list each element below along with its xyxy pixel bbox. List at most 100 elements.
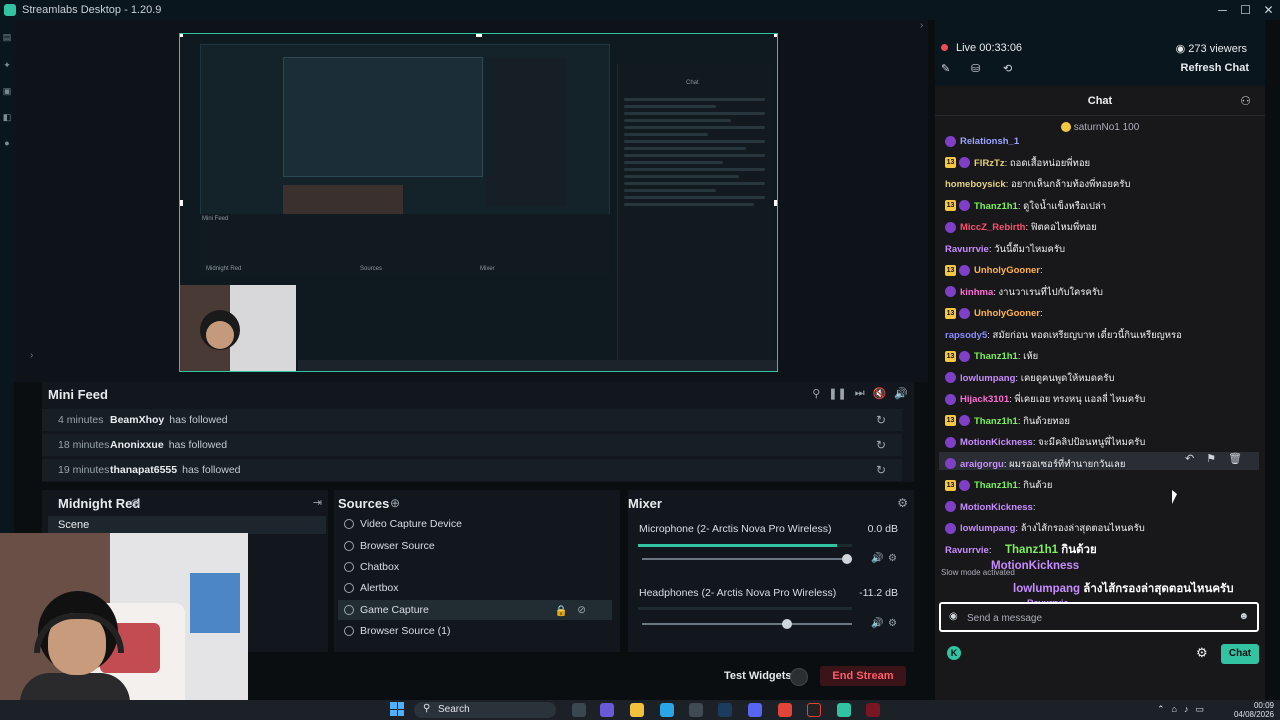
chat-username[interactable]: Hijack3101 (960, 394, 1009, 405)
battery-icon[interactable]: ▭ (1195, 704, 1204, 715)
mute-alerts-icon[interactable]: 🔇 (873, 387, 887, 400)
chat-username[interactable]: UnholyGooner (974, 308, 1040, 319)
task-view-icon[interactable] (572, 703, 586, 717)
channel-settings-icon[interactable]: ⚙ (888, 553, 897, 564)
chat-username[interactable]: Thanz1h1 (974, 480, 1018, 491)
chat-username[interactable]: lowlumpang (960, 373, 1015, 384)
store-icon[interactable]: ▣ (2, 86, 12, 96)
resize-handle[interactable] (180, 34, 183, 37)
app-icon[interactable] (807, 703, 821, 717)
repeat-alert-icon[interactable]: ↻ (876, 438, 886, 452)
delete-icon[interactable]: 🗑 (1228, 452, 1242, 465)
chrome-icon[interactable] (778, 703, 792, 717)
chat-username[interactable]: Thanz1h1 (974, 416, 1018, 427)
share-icon[interactable]: ⟲ (1003, 62, 1012, 75)
app-icon[interactable] (866, 703, 880, 717)
chat-settings-icon[interactable]: ⚙ (1196, 645, 1208, 661)
chat-message[interactable]: Ravurrvie: วันนี้ดีมาไหมครับ (945, 242, 1255, 258)
record-button[interactable] (790, 668, 808, 686)
pause-icon[interactable]: ❚❚ (828, 387, 846, 400)
end-stream-button[interactable]: End Stream (820, 666, 906, 686)
visibility-icon[interactable]: ⊘ (577, 604, 586, 616)
themes-icon[interactable]: ✦ (2, 60, 12, 70)
resize-handle[interactable] (476, 34, 482, 37)
chat-username[interactable]: FlRzTz (974, 158, 1005, 169)
taskbar-clock[interactable]: 00:09 04/08/2026 (1234, 701, 1274, 719)
chat-username[interactable]: Ravurrvie (945, 244, 989, 255)
scene-item[interactable]: Scene (48, 516, 326, 534)
discord-icon[interactable] (748, 703, 762, 717)
resize-handle[interactable] (180, 200, 183, 206)
mute-icon[interactable]: 🔊 (871, 618, 883, 629)
chat-username[interactable]: kinhma (960, 287, 993, 298)
chat-username[interactable]: MotionKickness (960, 502, 1033, 513)
chat-message[interactable]: Hijack3101: พี่เคยเอย ทรงหนุ แอลลี่ ไหมค… (945, 392, 1255, 408)
emote-picker-icon[interactable]: ☻ (1238, 611, 1249, 622)
volume-slider-knob[interactable] (842, 554, 852, 564)
resize-handle[interactable] (774, 34, 777, 37)
chat-message[interactable]: kinhma: งานวาเรนที่ไปกับใครครับ (945, 285, 1255, 301)
chat-username[interactable]: rapsody5 (945, 330, 987, 341)
chat-message[interactable]: lowlumpang: เคยดูคนพูดให้หมดครับ (945, 371, 1255, 387)
apps-icon[interactable]: ◧ (2, 112, 12, 122)
editor-icon[interactable]: ▤ (2, 32, 12, 42)
scene-collection-title[interactable]: Midnight Red (58, 496, 140, 511)
send-chat-button[interactable]: Chat (1221, 644, 1259, 664)
chat-username[interactable]: Ravurrvie (945, 545, 989, 556)
source-item-selected[interactable]: Game Capture 🔒 ⊘ (338, 600, 612, 620)
edit-stream-info-icon[interactable]: ✎ (941, 62, 950, 75)
panel-divider[interactable]: › (920, 20, 928, 700)
skip-icon[interactable]: ⏭ (855, 387, 865, 400)
speaker-icon[interactable]: ♪ (1184, 704, 1189, 715)
chat-message[interactable]: 13 UnholyGooner: (945, 306, 1255, 322)
chat-message[interactable]: 13 FlRzTz: ถอดเสื้อหน่อยพี่ทอย (945, 156, 1255, 172)
chat-message[interactable]: 13 Thanz1h1: กินด้วย (945, 478, 1255, 494)
lock-icon[interactable]: 🔒 (555, 604, 568, 617)
file-explorer-icon[interactable] (630, 703, 644, 717)
chat-username[interactable]: Thanz1h1 (974, 351, 1018, 362)
filter-icon[interactable]: ⚲ (812, 387, 820, 400)
repeat-alert-icon[interactable]: ↻ (876, 463, 886, 477)
chat-message-input[interactable] (967, 610, 1227, 626)
refresh-chat-button[interactable]: Refresh Chat (1181, 62, 1249, 74)
volume-slider-knob[interactable] (782, 619, 792, 629)
chat-message[interactable]: Relationsh_1 (945, 134, 1255, 150)
chat-message[interactable]: 13 Thanz1h1: ดูใจน้ำแข็งหรือเปล่า (945, 199, 1255, 215)
add-source-icon[interactable]: ⊕ (390, 496, 400, 510)
store-app-icon[interactable] (689, 703, 703, 717)
windows-start-icon[interactable] (390, 702, 404, 716)
stream-preview[interactable]: Mini Feed Midnight Red Sources Mixer Cha… (179, 33, 778, 372)
chat-username[interactable]: MiccZ_Rebirth (960, 222, 1025, 233)
chat-identity-icon[interactable]: ◉ (949, 611, 958, 622)
volume-icon[interactable]: 🔊 (894, 387, 908, 400)
source-item[interactable]: Chatbox (338, 557, 612, 577)
chat-message[interactable]: MotionKickness: จะมีคลิปป้อนหนูพี่ไหมครั… (945, 435, 1255, 451)
chat-message[interactable]: 13 Thanz1h1: กินด้วยทอย (945, 414, 1255, 430)
streamlabs-taskbar-icon[interactable] (837, 703, 851, 717)
dashboard-icon[interactable]: ⛁ (971, 62, 980, 75)
steam-icon[interactable] (718, 703, 732, 717)
scene-transitions-icon[interactable]: ⇥ (313, 496, 322, 509)
chat-message[interactable]: 13 UnholyGooner: (945, 263, 1255, 279)
record-icon[interactable]: ● (2, 138, 12, 148)
collapse-chat-icon[interactable]: › (920, 20, 923, 31)
close-button[interactable]: ✕ (1257, 0, 1280, 20)
chat-username[interactable]: Relationsh_1 (960, 136, 1019, 147)
add-scene-icon[interactable]: ⊕ (130, 496, 140, 510)
source-item[interactable]: Alertbox (338, 578, 612, 598)
volume-slider[interactable] (642, 619, 852, 629)
chat-message[interactable]: 13 Thanz1h1: เห้ย (945, 349, 1255, 365)
chat-input-box[interactable]: ◉ ☻ (939, 602, 1259, 632)
resize-handle[interactable] (774, 200, 777, 206)
reply-icon[interactable]: ↶ (1185, 452, 1194, 465)
taskbar-search[interactable]: ⚲ Search (414, 702, 556, 718)
source-item[interactable]: Video Capture Device (338, 514, 612, 534)
repeat-alert-icon[interactable]: ↻ (876, 413, 886, 427)
chat-message[interactable]: lowlumpang: ล้างไส้กรองล่าสุดตอนไหนครับ (945, 521, 1255, 537)
mute-icon[interactable]: 🔊 (871, 553, 883, 564)
mixer-settings-icon[interactable]: ⚙ (897, 496, 908, 510)
chat-message[interactable]: rapsody5: สมัยก่อน หอดเหรียญบาท เดี๋ยวนี… (945, 328, 1255, 344)
minimize-button[interactable]: ─ (1211, 0, 1234, 20)
chat-message[interactable]: MotionKickness: (945, 500, 1255, 516)
chat-message[interactable]: homeboysick: อยากเห็นกล้ามท้องพี่ทอยครับ (945, 177, 1255, 193)
